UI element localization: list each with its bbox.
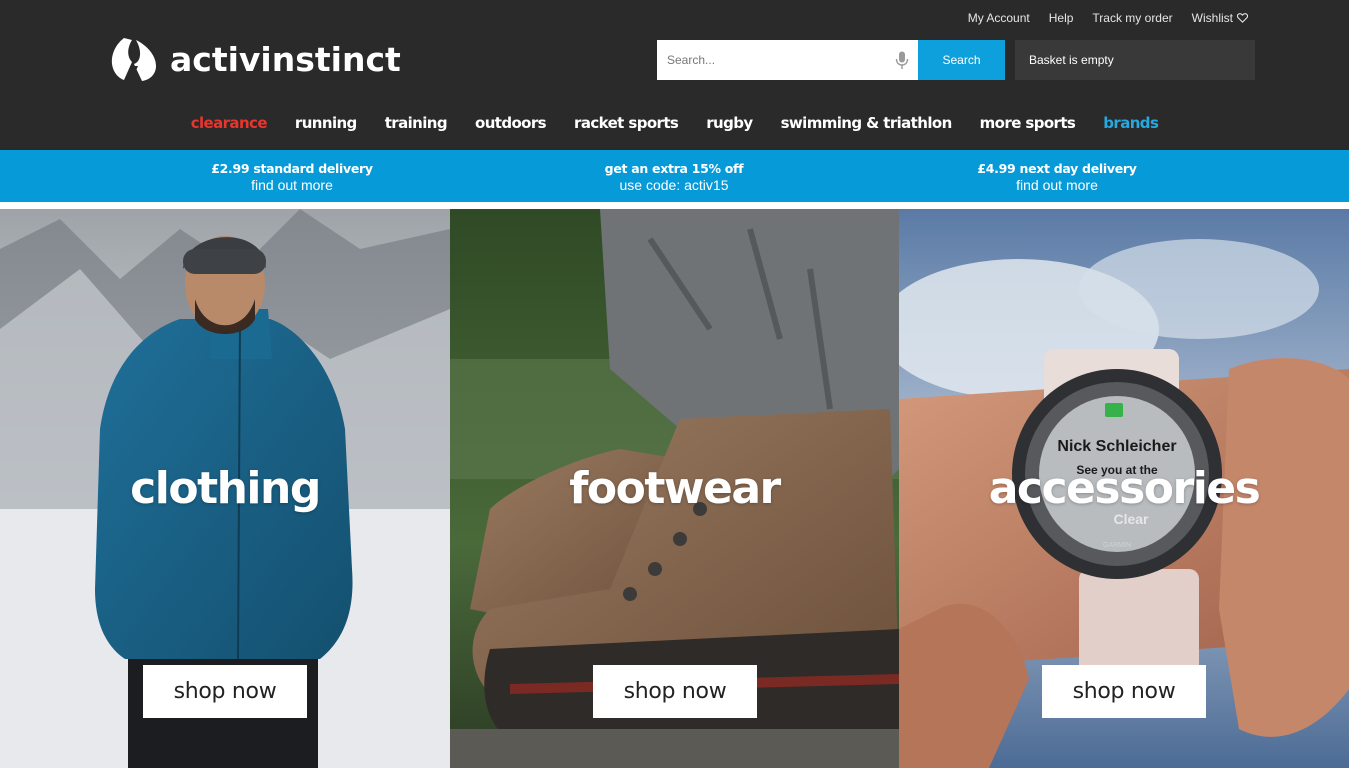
nav-item-rugby[interactable]: rugby xyxy=(706,114,753,136)
search-button[interactable]: Search xyxy=(918,40,1005,80)
help-link[interactable]: Help xyxy=(1049,11,1074,25)
main-nav: clearance running training outdoors rack… xyxy=(0,114,1349,136)
search-input[interactable] xyxy=(657,40,918,80)
tile-accessories[interactable]: Nick Schleicher See you at the Clear GAR… xyxy=(899,209,1349,768)
tile-title: footwear xyxy=(569,463,781,514)
site-logo[interactable]: activinstinct xyxy=(110,36,401,82)
utility-links: My Account Help Track my order Wishlist xyxy=(968,11,1248,25)
nav-item-training[interactable]: training xyxy=(385,114,448,136)
nav-item-racket-sports[interactable]: racket sports xyxy=(574,114,679,136)
logo-mark-icon xyxy=(111,38,156,81)
tile-footwear[interactable]: footwear shop now xyxy=(450,209,899,768)
promo-strip: £2.99 standard delivery find out more ge… xyxy=(0,150,1349,202)
promo-subtitle: use code: activ15 xyxy=(619,177,729,193)
category-tiles: clothing shop now footwear shop now Nick… xyxy=(0,209,1349,768)
promo-standard-delivery[interactable]: £2.99 standard delivery find out more xyxy=(192,161,392,193)
promo-next-day-delivery[interactable]: £4.99 next day delivery find out more xyxy=(947,161,1167,193)
tile-title: accessories xyxy=(988,463,1261,514)
basket-button[interactable]: Basket is empty xyxy=(1015,40,1255,80)
basket-label: Basket is empty xyxy=(1029,53,1114,67)
shop-now-button[interactable]: shop now xyxy=(143,665,307,718)
watch-brand-text: GARMIN xyxy=(1103,542,1131,549)
tile-clothing[interactable]: clothing shop now xyxy=(0,209,450,768)
logo-text: activinstinct xyxy=(170,39,401,79)
nav-item-outdoors[interactable]: outdoors xyxy=(475,114,547,136)
wishlist-link[interactable]: Wishlist xyxy=(1192,11,1248,25)
shop-now-button[interactable]: shop now xyxy=(1042,665,1206,718)
my-account-link[interactable]: My Account xyxy=(968,11,1030,25)
shop-now-button[interactable]: shop now xyxy=(593,665,757,718)
search-bar: Search xyxy=(657,40,1005,80)
nav-item-swimming-triathlon[interactable]: swimming & triathlon xyxy=(781,114,953,136)
track-order-link[interactable]: Track my order xyxy=(1092,11,1172,25)
promo-title: get an extra 15% off xyxy=(604,161,744,176)
promo-subtitle: find out more xyxy=(251,177,333,193)
nav-item-more-sports[interactable]: more sports xyxy=(980,114,1076,136)
nav-item-brands[interactable]: brands xyxy=(1103,114,1159,136)
heart-icon xyxy=(1237,13,1248,23)
tile-title: clothing xyxy=(130,463,321,514)
nav-item-running[interactable]: running xyxy=(295,114,357,136)
promo-title: £2.99 standard delivery xyxy=(211,161,373,176)
watch-name-text: Nick Schleicher xyxy=(1057,438,1176,455)
mic-icon[interactable] xyxy=(895,51,909,70)
site-header: My Account Help Track my order Wishlist … xyxy=(0,0,1349,150)
wishlist-label: Wishlist xyxy=(1191,11,1233,25)
promo-title: £4.99 next day delivery xyxy=(977,161,1137,176)
nav-item-clearance[interactable]: clearance xyxy=(191,114,268,136)
promo-discount[interactable]: get an extra 15% off use code: activ15 xyxy=(574,161,774,193)
promo-subtitle: find out more xyxy=(1016,177,1098,193)
